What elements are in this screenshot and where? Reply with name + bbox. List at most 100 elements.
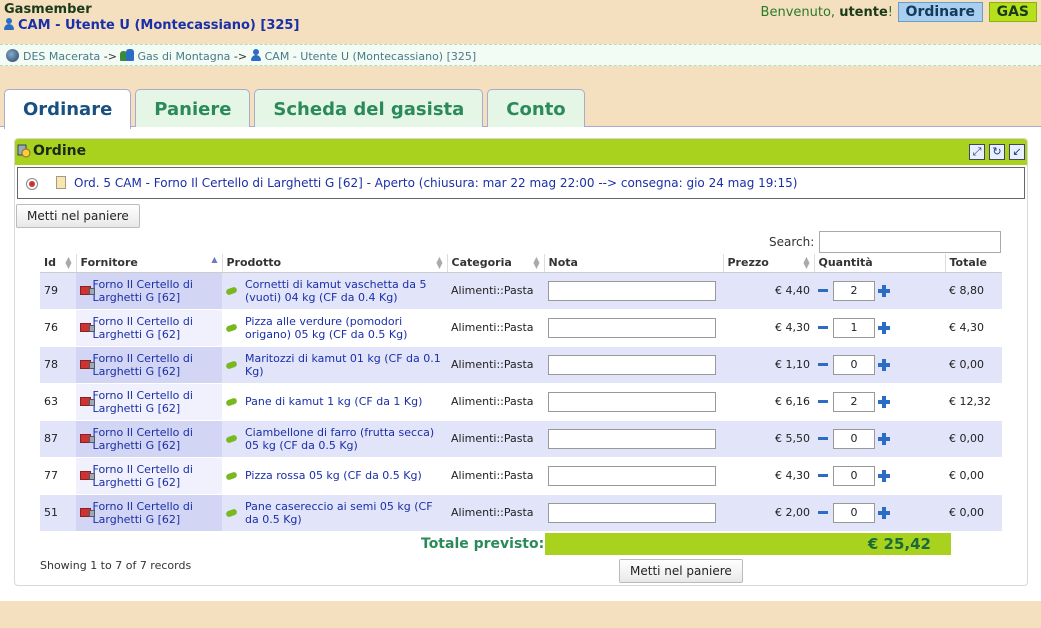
breadcrumb-user[interactable]: CAM - Utente U (Montecassiano) [325] xyxy=(265,50,477,63)
product-icon xyxy=(225,359,238,370)
truck-icon xyxy=(80,360,95,369)
truck-icon xyxy=(80,323,95,332)
cell-category: Alimenti::Pasta xyxy=(447,345,544,383)
increase-icon[interactable] xyxy=(878,432,890,445)
cell-id: 79 xyxy=(40,271,76,309)
order-selector[interactable]: Ord. 5 CAM - Forno Il Certello di Larghe… xyxy=(17,167,1025,199)
quantity-input[interactable]: 2 xyxy=(833,391,875,412)
quantity-input[interactable]: 0 xyxy=(833,502,875,523)
refresh-icon[interactable]: ↻ xyxy=(989,144,1005,160)
records-info: Showing 1 to 7 of 7 records xyxy=(40,559,192,572)
note-input[interactable] xyxy=(548,354,716,375)
note-input[interactable] xyxy=(548,280,716,301)
column-quantita: Quantità xyxy=(814,254,946,273)
increase-icon[interactable] xyxy=(878,395,890,408)
decrease-icon[interactable] xyxy=(818,474,828,477)
breadcrumb-des[interactable]: DES Macerata xyxy=(23,50,100,63)
supplier-link[interactable]: Forno Il Certello di Larghetti G [62] xyxy=(93,500,218,526)
tab-conto[interactable]: Conto xyxy=(487,89,585,127)
note-input[interactable] xyxy=(548,502,716,523)
quantity-input[interactable]: 2 xyxy=(833,280,875,301)
put-in-basket-button-bottom[interactable]: Metti nel paniere xyxy=(619,559,743,583)
breadcrumb-separator: -> xyxy=(233,50,248,63)
cell-category: Alimenti::Pasta xyxy=(447,271,544,309)
cell-total: € 0,00 xyxy=(945,419,1002,457)
total-label: Totale previsto: xyxy=(421,536,545,552)
cell-id: 78 xyxy=(40,345,76,383)
column-categoria[interactable]: Categoria ▲ ▼ xyxy=(447,254,545,273)
supplier-link[interactable]: Forno Il Certello di Larghetti G [62] xyxy=(93,352,218,378)
total-row: Totale previsto: € 25,42 xyxy=(40,533,1002,555)
order-panel: Ordine ⤢ ↻ ↙ Ord. 5 CAM - Forno Il Certe… xyxy=(14,138,1028,586)
breadcrumb: DES Macerata -> Gas di Montagna -> CAM -… xyxy=(0,44,1041,66)
cell-category: Alimenti::Pasta xyxy=(447,382,544,420)
minimize-icon[interactable]: ↙ xyxy=(1009,144,1025,160)
order-description[interactable]: Ord. 5 CAM - Forno Il Certello di Larghe… xyxy=(74,176,797,190)
table-row: 63 Forno Il Certello di Larghetti G [62] P… xyxy=(40,382,1002,420)
decrease-icon[interactable] xyxy=(818,400,828,403)
product-icon xyxy=(225,322,238,333)
product-link[interactable]: Pizza rossa 05 kg (CF da 0.5 Kg) xyxy=(245,469,422,482)
welcome-message: Benvenuto, utente! xyxy=(761,5,893,20)
table-row: 77 Forno Il Certello di Larghetti G [62] P… xyxy=(40,456,1002,494)
increase-icon[interactable] xyxy=(878,358,890,371)
column-id[interactable]: Id ▲ ▼ xyxy=(40,254,77,273)
cell-quantity: 0 xyxy=(814,419,945,457)
supplier-link[interactable]: Forno Il Certello di Larghetti G [62] xyxy=(93,315,218,341)
increase-icon[interactable] xyxy=(878,469,890,482)
decrease-icon[interactable] xyxy=(818,289,828,292)
quantity-input[interactable]: 1 xyxy=(833,317,875,338)
column-fornitore[interactable]: Fornitore ▲ xyxy=(76,254,223,273)
tab-paniere[interactable]: Paniere xyxy=(135,89,251,127)
supplier-link[interactable]: Forno Il Certello di Larghetti G [62] xyxy=(93,426,218,452)
tab-scheda-gasista[interactable]: Scheda del gasista xyxy=(254,89,484,127)
product-link[interactable]: Ciambellone di farro (frutta secca) 05 k… xyxy=(245,426,443,452)
current-user[interactable]: CAM - Utente U (Montecassiano) [325] xyxy=(4,18,299,33)
app-name: Gasmember xyxy=(4,2,92,17)
cell-supplier: Forno Il Certello di Larghetti G [62] xyxy=(76,308,222,346)
product-link[interactable]: Pizza alle verdure (pomodori origano) 05… xyxy=(245,315,443,341)
sort-icon: ▲ ▼ xyxy=(65,255,72,270)
product-link[interactable]: Cornetti di kamut vaschetta da 5 (vuoti)… xyxy=(245,278,443,304)
column-prodotto[interactable]: Prodotto ▲ ▼ xyxy=(222,254,448,273)
increase-icon[interactable] xyxy=(878,321,890,334)
tab-ordinare[interactable]: Ordinare xyxy=(4,89,132,129)
quantity-input[interactable]: 0 xyxy=(833,428,875,449)
breadcrumb-separator: -> xyxy=(103,50,117,63)
supplier-link[interactable]: Forno Il Certello di Larghetti G [62] xyxy=(93,463,218,489)
cell-product: Cornetti di kamut vaschetta da 5 (vuoti)… xyxy=(222,271,447,309)
put-in-basket-button[interactable]: Metti nel paniere xyxy=(16,204,140,228)
cell-note xyxy=(544,271,723,309)
cell-total: € 0,00 xyxy=(945,456,1002,494)
decrease-icon[interactable] xyxy=(818,437,828,440)
cell-supplier: Forno Il Certello di Larghetti G [62] xyxy=(76,382,222,420)
note-input[interactable] xyxy=(548,317,716,338)
role-ordinare-button[interactable]: Ordinare xyxy=(897,2,983,22)
increase-icon[interactable] xyxy=(878,506,890,519)
product-link[interactable]: Maritozzi di kamut 01 kg (CF da 0.1 Kg) xyxy=(245,352,443,378)
supplier-link[interactable]: Forno Il Certello di Larghetti G [62] xyxy=(93,278,218,304)
cell-supplier: Forno Il Certello di Larghetti G [62] xyxy=(76,345,222,383)
note-input[interactable] xyxy=(548,428,716,449)
cell-product: Ciambellone di farro (frutta secca) 05 k… xyxy=(222,419,447,457)
decrease-icon[interactable] xyxy=(818,511,828,515)
decrease-icon[interactable] xyxy=(818,363,828,366)
product-link[interactable]: Pane di kamut 1 kg (CF da 1 Kg) xyxy=(245,395,422,408)
note-input[interactable] xyxy=(548,391,716,412)
product-icon xyxy=(225,470,238,481)
column-prezzo[interactable]: Prezzo ▲ ▼ xyxy=(723,254,815,273)
group-icon xyxy=(120,49,135,61)
order-radio[interactable] xyxy=(26,178,38,190)
note-input[interactable] xyxy=(548,465,716,486)
breadcrumb-gas[interactable]: Gas di Montagna xyxy=(137,50,230,63)
decrease-icon[interactable] xyxy=(818,326,828,329)
increase-icon[interactable] xyxy=(878,284,890,297)
product-link[interactable]: Pane casereccio ai semi 05 kg (CF da 0.5… xyxy=(245,500,443,526)
person-icon xyxy=(250,49,261,61)
role-gas-button[interactable]: GAS xyxy=(988,2,1037,22)
maximize-icon[interactable]: ⤢ xyxy=(969,144,985,160)
supplier-link[interactable]: Forno Il Certello di Larghetti G [62] xyxy=(93,389,218,415)
quantity-input[interactable]: 0 xyxy=(833,354,875,375)
search-input[interactable] xyxy=(819,231,1001,253)
quantity-input[interactable]: 0 xyxy=(833,465,875,486)
